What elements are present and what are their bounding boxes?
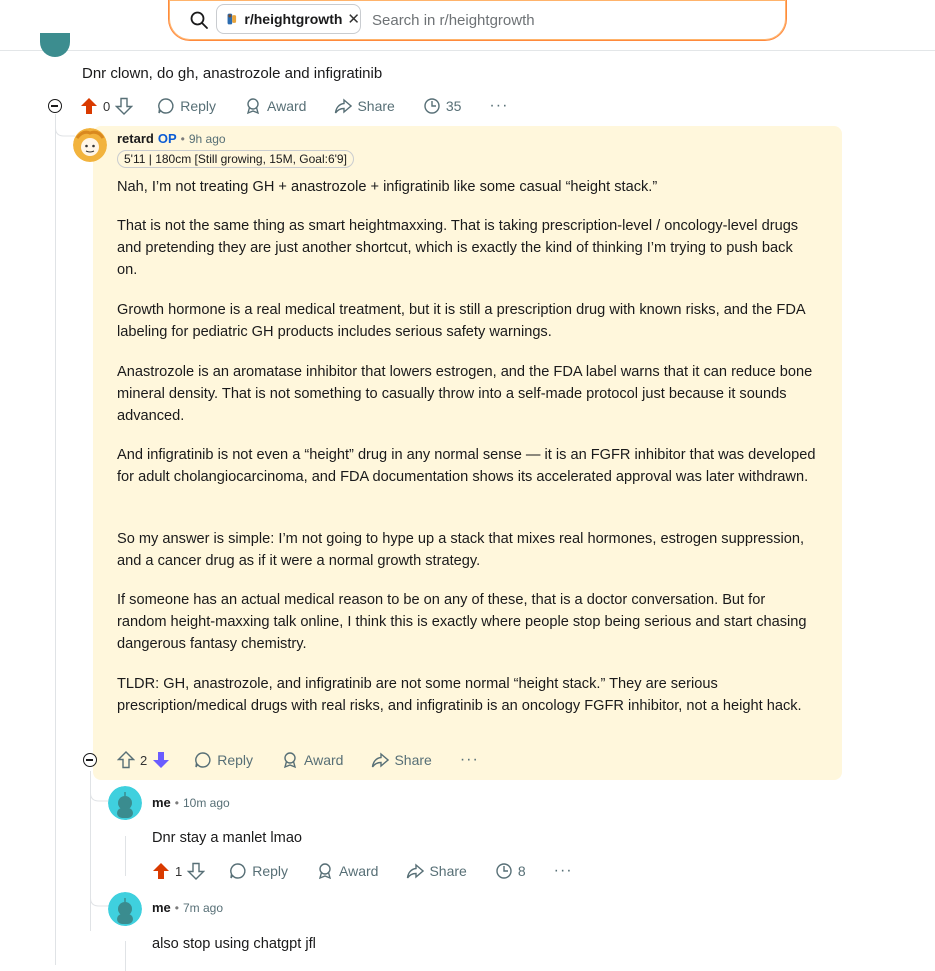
vote-count: 0 (103, 98, 111, 114)
upvote-button[interactable] (152, 862, 170, 880)
comment-paragraph: If someone has an actual medical reason … (117, 592, 807, 652)
subreddit-icon (227, 13, 237, 25)
share-button[interactable]: Share (371, 751, 432, 769)
more-options-icon[interactable]: ··· (489, 97, 508, 115)
upvote-button[interactable] (117, 751, 135, 769)
close-icon[interactable]: ✕ (347, 10, 360, 28)
awards-count: 8 (517, 863, 526, 879)
comment-icon (230, 863, 246, 879)
op-badge: OP (157, 131, 177, 146)
comment-paragraph: And infigratinib is not even a “height” … (117, 447, 816, 485)
reply-label: Reply (180, 98, 217, 114)
avatar[interactable] (108, 892, 142, 926)
award-icon (283, 752, 297, 769)
comment-meta: me • 10m ago (152, 795, 230, 810)
thread-connector (90, 876, 110, 907)
comment-body: Dnr clown, do gh, anastrozole and infigr… (82, 65, 383, 82)
downvote-icon (115, 97, 134, 115)
downvote-icon (153, 752, 170, 768)
comment-body: Dnr stay a manlet lmao (152, 830, 303, 846)
award-button[interactable]: Award (316, 862, 378, 880)
comment-body: also stop using chatgpt jfl (152, 936, 316, 952)
community-chip-label: r/heightgrowth (244, 11, 343, 27)
downvote-button[interactable] (115, 97, 134, 115)
comment-paragraph: That is not the same thing as smart heig… (117, 218, 799, 278)
clock-icon (496, 863, 512, 879)
collapse-button[interactable] (48, 99, 62, 113)
vote-count: 2 (140, 752, 148, 768)
comment-meta: retard OP • 9h ago (117, 131, 226, 146)
separator-dot: • (180, 131, 185, 146)
share-icon (407, 863, 425, 879)
search-input[interactable]: Search in r/heightgrowth (372, 12, 535, 29)
award-icon (318, 863, 332, 880)
awards-count-button[interactable]: 8 (495, 862, 526, 880)
share-label: Share (429, 863, 467, 879)
username[interactable]: me (152, 795, 171, 810)
share-label: Share (394, 752, 432, 768)
awards-count: 35 (445, 98, 462, 114)
share-icon (372, 752, 390, 768)
comment-paragraph: TLDR: GH, anastrozole, and infigratinib … (117, 676, 802, 714)
more-options-icon[interactable]: ··· (460, 751, 479, 769)
reply-button[interactable]: Reply (229, 862, 288, 880)
separator-dot: • (174, 900, 179, 915)
comment-meta: me • 7m ago (152, 900, 223, 915)
upvote-icon (81, 98, 97, 114)
comment-paragraph: Nah, I’m not treating GH + anastrozole +… (117, 179, 658, 195)
timestamp[interactable]: 9h ago (189, 132, 226, 146)
thread-rail (125, 836, 126, 876)
award-button[interactable]: Award (281, 751, 343, 769)
upvote-icon (153, 863, 169, 879)
thread-connector (55, 114, 75, 137)
award-label: Award (267, 98, 307, 114)
reply-button[interactable]: Reply (194, 751, 253, 769)
award-button[interactable]: Award (244, 97, 306, 115)
collapse-button[interactable] (83, 753, 97, 767)
award-label: Award (339, 863, 379, 879)
community-chip[interactable]: r/heightgrowth ✕ (216, 4, 361, 34)
award-label: Award (304, 752, 344, 768)
comment-actions: 1 Reply Award Share 8 ··· (152, 859, 573, 883)
share-label: Share (357, 98, 395, 114)
comment-paragraph: Growth hormone is a real medical treatme… (117, 302, 805, 340)
timestamp[interactable]: 7m ago (183, 901, 223, 915)
downvote-button[interactable] (152, 751, 170, 769)
reply-label: Reply (217, 752, 254, 768)
award-icon (246, 98, 260, 115)
comment-icon (195, 752, 211, 768)
comment-thread: Dnr clown, do gh, anastrozole and infigr… (0, 33, 935, 971)
comment-icon (158, 98, 174, 114)
separator-dot: • (174, 795, 179, 810)
reply-button[interactable]: Reply (157, 97, 216, 115)
comment-actions: 2 Reply Award Share ··· (117, 748, 479, 772)
search-icon (190, 11, 208, 29)
user-flair: 5'11 | 180cm [Still growing, 15M, Goal:6… (117, 150, 354, 168)
reply-label: Reply (252, 863, 289, 879)
comment-paragraph: So my answer is simple: I’m not going to… (117, 531, 805, 569)
username[interactable]: me (152, 900, 171, 915)
awards-count-button[interactable]: 35 (423, 97, 462, 115)
timestamp[interactable]: 10m ago (183, 796, 230, 810)
upvote-icon (117, 751, 135, 769)
share-button[interactable]: Share (334, 97, 395, 115)
search-bar[interactable]: r/heightgrowth ✕ Search in r/heightgrowt… (168, 0, 787, 41)
comment-actions: 0 Reply Award Share 35 ··· (80, 94, 508, 118)
upvote-button[interactable] (80, 97, 98, 115)
thread-rail (55, 115, 56, 965)
comment-paragraph: Anastrozole is an aromatase inhibitor th… (117, 364, 813, 424)
avatar[interactable] (108, 786, 142, 820)
more-options-icon[interactable]: ··· (554, 862, 573, 880)
avatar[interactable] (73, 128, 107, 162)
downvote-button[interactable] (187, 862, 206, 880)
thread-rail (125, 941, 126, 971)
top-bar: r/heightgrowth ✕ Search in r/heightgrowt… (0, 0, 935, 51)
clock-icon (424, 98, 440, 114)
share-button[interactable]: Share (406, 862, 467, 880)
username[interactable]: retard (117, 131, 154, 146)
avatar[interactable] (40, 33, 70, 57)
vote-count: 1 (175, 863, 183, 879)
downvote-icon (187, 862, 206, 880)
share-icon (335, 98, 353, 114)
